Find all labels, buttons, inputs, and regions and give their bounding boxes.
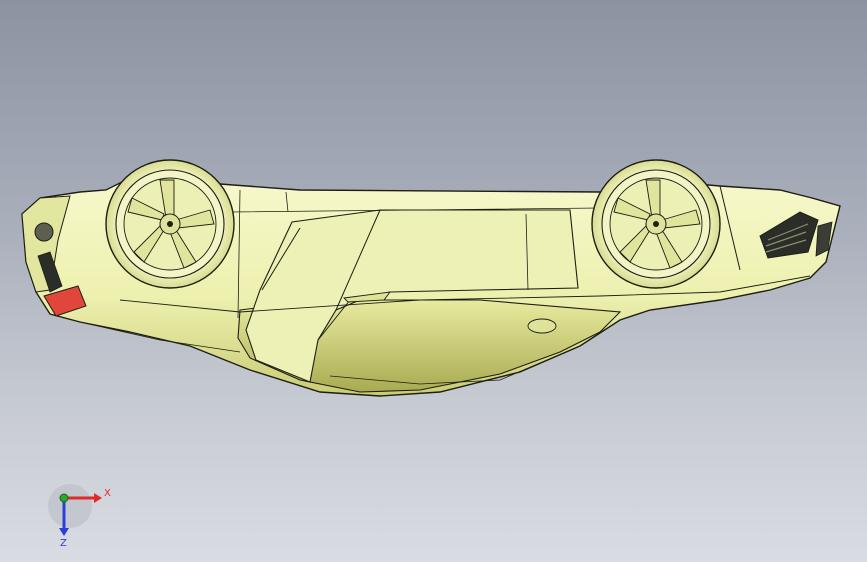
- headlight: [34, 222, 54, 242]
- car-model-viewport[interactable]: [0, 0, 867, 562]
- triad-shadow: [48, 484, 92, 528]
- graphics-viewport[interactable]: X Z Y: [0, 0, 867, 562]
- coordinate-triad[interactable]: X Z Y: [48, 480, 118, 550]
- z-axis-arrowhead: [59, 528, 69, 536]
- front-wheel: [105, 159, 235, 289]
- x-axis-arrowhead: [94, 493, 102, 503]
- side-mirror: [527, 318, 557, 334]
- rear-vent: [815, 221, 833, 257]
- x-axis-label: X: [104, 488, 111, 499]
- z-axis-label: Z: [60, 538, 67, 549]
- y-axis-dot: [59, 493, 69, 503]
- rear-wheel: [591, 159, 721, 289]
